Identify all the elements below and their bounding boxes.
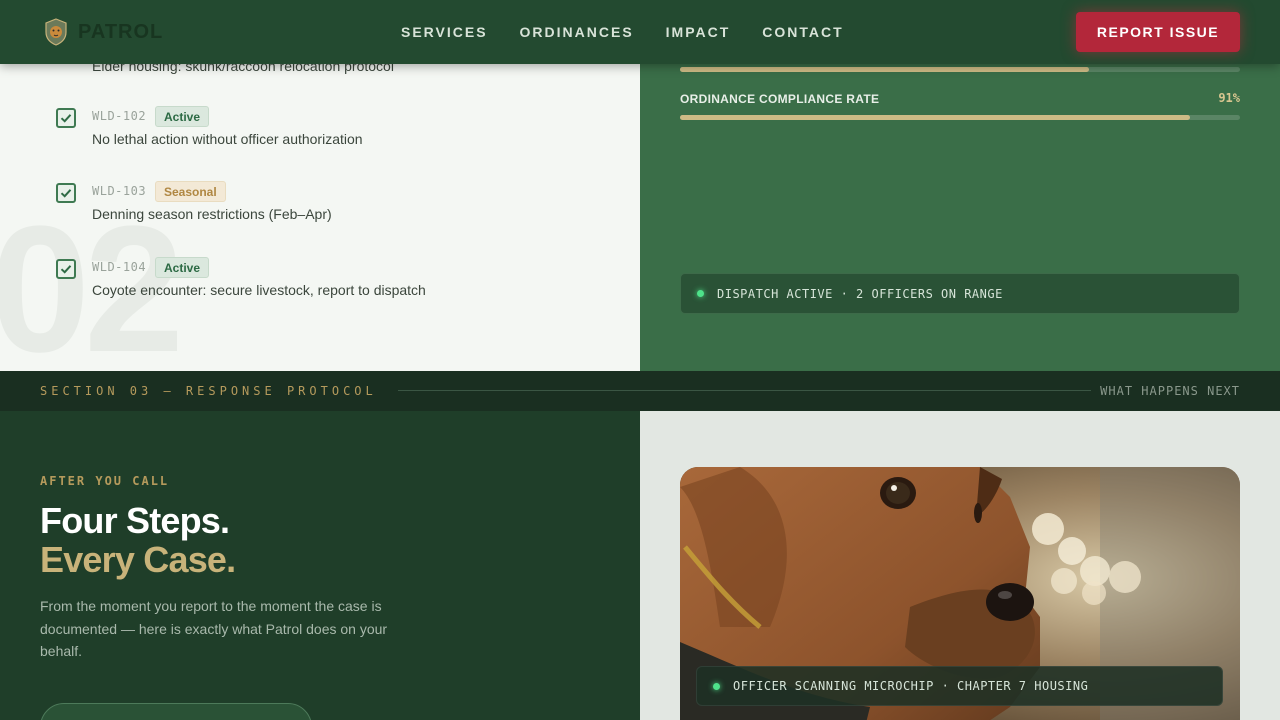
compliance-rate-label: ORDINANCE COMPLIANCE RATE — [680, 92, 880, 106]
top-nav: PATROL SERVICES ORDINANCES IMPACT CONTAC… — [0, 0, 1280, 64]
section-label: SECTION 03 — RESPONSE PROTOCOL — [40, 384, 377, 398]
live-dot-icon — [713, 682, 720, 690]
checklist-item-text: No lethal action without officer authori… — [92, 131, 363, 147]
brand-name: PATROL — [78, 20, 164, 43]
live-dot-icon — [697, 290, 704, 297]
checkbox-checked[interactable] — [56, 183, 76, 203]
checklist-item-text: Coyote encounter: secure livestock, repo… — [92, 282, 426, 298]
headline-line-2: Every Case. — [40, 539, 236, 580]
status-badge: Active — [155, 257, 210, 278]
ordinance-code: WLD-104 — [92, 260, 147, 274]
nav-link-contact[interactable]: CONTACT — [762, 24, 843, 40]
dispatch-status-chip: DISPATCH ACTIVE · 2 OFFICERS ON RANGE — [680, 273, 1240, 314]
eyebrow-label: AFTER YOU CALL — [40, 474, 170, 488]
after-you-call-panel: AFTER YOU CALL Four Steps. Every Case. F… — [0, 411, 640, 720]
compliance-rate-value: 91% — [1218, 91, 1240, 105]
photo-caption: OFFICER SCANNING MICROCHIP · CHAPTER 7 H… — [696, 666, 1223, 706]
cta-button[interactable] — [40, 703, 312, 720]
photo-panel: OFFICER SCANNING MICROCHIP · CHAPTER 7 H… — [640, 411, 1280, 720]
checklist-item-text: Denning season restrictions (Feb–Apr) — [92, 206, 332, 222]
compliance-bar-fill — [680, 115, 1190, 120]
ordinance-code: WLD-102 — [92, 109, 147, 123]
nav-link-services[interactable]: SERVICES — [401, 24, 488, 40]
ordinance-code: WLD-103 — [92, 184, 147, 198]
check-icon — [60, 189, 72, 198]
section-next-label: WHAT HAPPENS NEXT — [1100, 384, 1240, 398]
section-divider: SECTION 03 — RESPONSE PROTOCOL WHAT HAPP… — [0, 371, 1280, 411]
checkbox-checked[interactable] — [56, 259, 76, 279]
check-icon — [60, 114, 72, 123]
dispatch-status-text: DISPATCH ACTIVE · 2 OFFICERS ON RANGE — [717, 286, 1003, 301]
report-issue-button[interactable]: REPORT ISSUE — [1076, 12, 1240, 52]
status-badge: Active — [155, 106, 210, 127]
progress-bar-fill — [680, 67, 1089, 72]
divider-line — [398, 390, 1091, 391]
progress-bar-track — [680, 67, 1240, 72]
status-badge: Seasonal — [155, 181, 226, 202]
photo-caption-text: OFFICER SCANNING MICROCHIP · CHAPTER 7 H… — [733, 679, 1089, 693]
tiger-shield-icon — [45, 18, 67, 46]
headline-line-1: Four Steps. — [40, 500, 230, 541]
compliance-bar-track — [680, 115, 1240, 120]
nav-link-ordinances[interactable]: ORDINANCES — [520, 24, 634, 40]
lede-paragraph: From the moment you report to the moment… — [40, 598, 388, 659]
brand[interactable]: PATROL — [44, 18, 163, 46]
check-icon — [60, 265, 72, 274]
checkbox-checked[interactable] — [56, 108, 76, 128]
nav-link-impact[interactable]: IMPACT — [666, 24, 731, 40]
nav-links: SERVICES ORDINANCES IMPACT CONTACT — [401, 24, 844, 40]
